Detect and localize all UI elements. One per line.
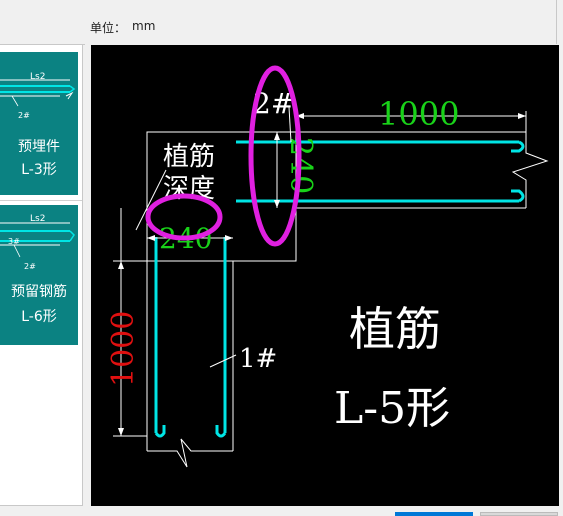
thumb-dim-label: Ls2 (30, 214, 45, 224)
primary-button[interactable] (395, 512, 473, 516)
unit-value: mm (132, 19, 156, 33)
thumb-bar-label: 2# (18, 111, 30, 120)
thumb-bar-label: 3# (8, 237, 20, 246)
shape-selector-panel[interactable]: Ls2 2# 预埋件 L-3形 Ls2 3# 2# 预留钢筋 L-6形 (0, 45, 83, 506)
dim-left-length: 1000 (106, 311, 141, 387)
top-bar: 单位： mm (0, 0, 563, 44)
unit-label: 单位： (90, 21, 127, 35)
shape-card-l6-reserved[interactable]: Ls2 3# 2# 预留钢筋 L-6形 (0, 205, 78, 345)
divider (0, 200, 82, 201)
card-label-line2: L-3形 (21, 162, 57, 178)
card-label-line2: L-6形 (21, 309, 57, 325)
shape-title-line2: L-5形 (334, 383, 450, 434)
card-label-line1: 预埋件 (18, 139, 60, 155)
shape-title-line1: 植筋 (349, 302, 441, 356)
rebar-diagram: 1000 240 240 1000 植筋 深度 1# 2# 植筋 L-5形 (106, 65, 549, 468)
thumb-dim-label: Ls2 (30, 72, 45, 82)
shape-card-l3-embedded[interactable]: Ls2 2# 预埋件 L-3形 (0, 52, 78, 195)
drawing-canvas: 1000 240 240 1000 植筋 深度 1# 2# 植筋 L-5形 (91, 45, 559, 506)
embed-depth-label-line1: 植筋 (163, 142, 215, 172)
dim-top-length: 1000 (378, 95, 459, 133)
secondary-button[interactable] (480, 512, 558, 516)
bar1-label: 1# (239, 344, 277, 374)
thumb-bar-label: 2# (24, 262, 36, 271)
card-label-line1: 预留钢筋 (11, 284, 67, 300)
scrollbar-track[interactable] (556, 0, 557, 44)
bottom-bar (0, 506, 563, 516)
